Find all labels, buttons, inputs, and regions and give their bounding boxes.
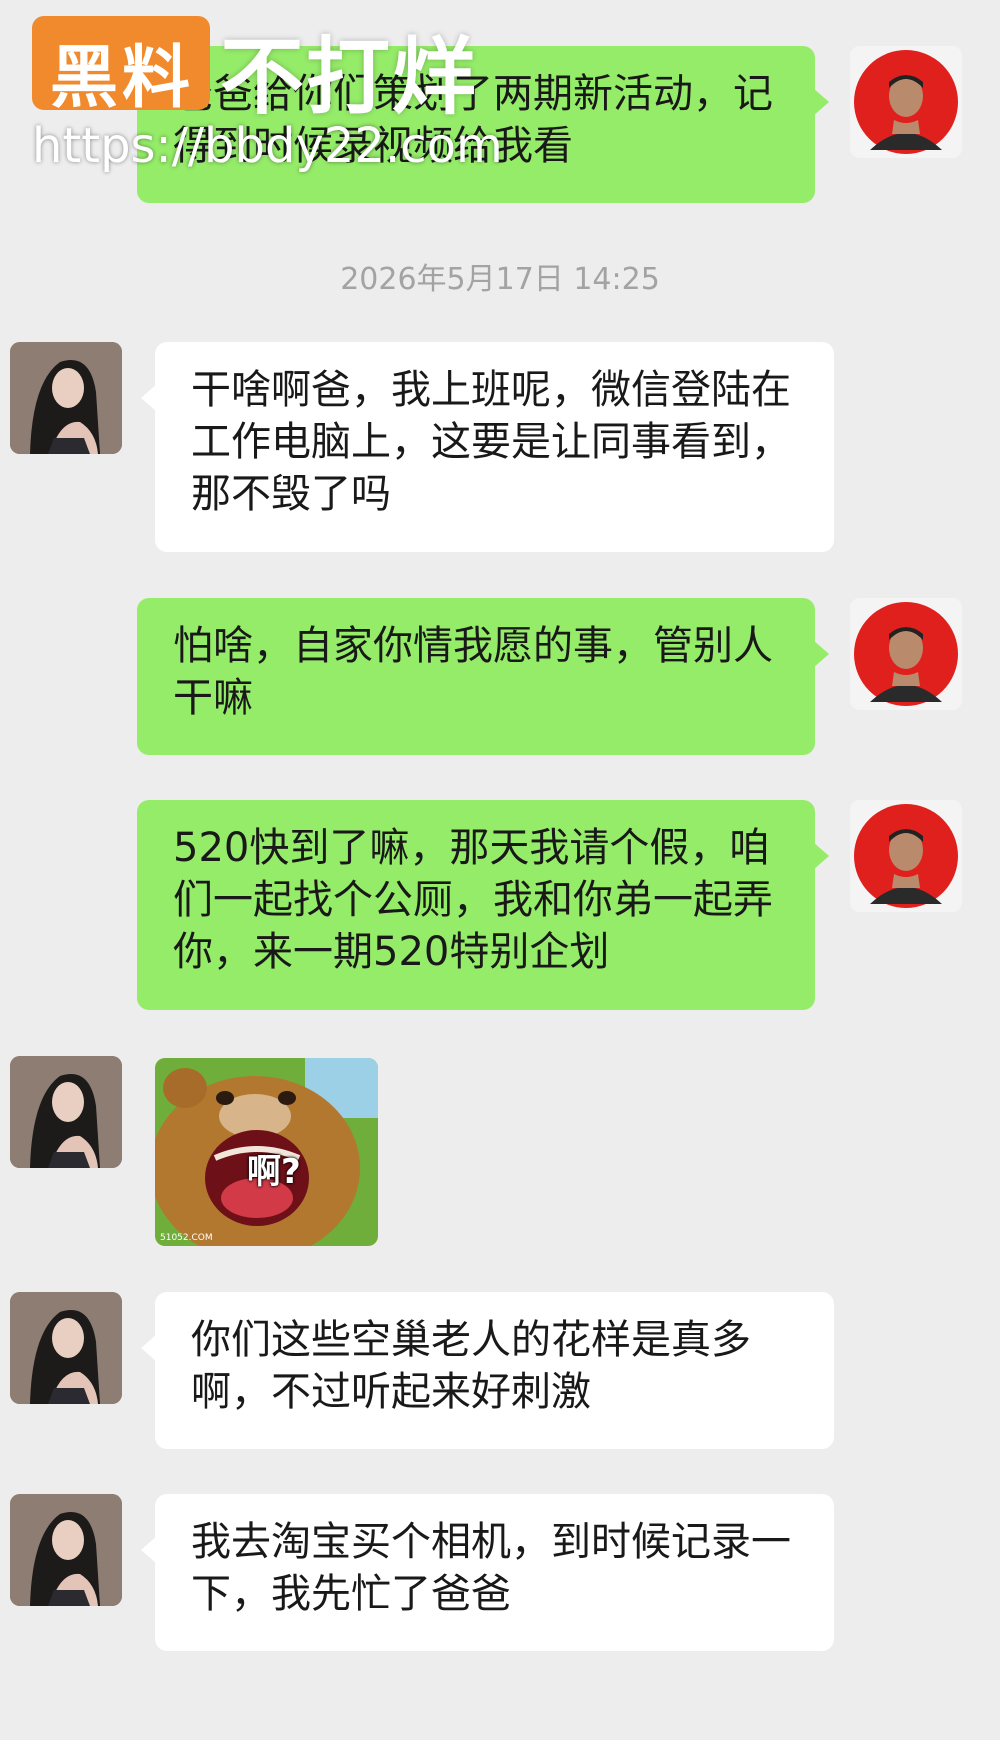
daughter-avatar-icon [10,1292,122,1404]
chat-window: 爸爸给你们策划了两期新活动，记得到时候录视频给我看 2026年5月17日 14:… [0,0,1000,1740]
sticker-message[interactable]: 啊? 51052.COM [155,1058,378,1246]
avatar-dad[interactable] [850,800,962,912]
daughter-avatar-icon [10,342,122,454]
daughter-avatar-icon [10,1056,122,1168]
avatar-daughter[interactable] [10,342,122,454]
avatar-daughter[interactable] [10,1056,122,1168]
avatar-daughter[interactable] [10,1292,122,1404]
sticker-watermark: 51052.COM [160,1233,213,1243]
sticker-caption: 啊? [247,1152,301,1192]
message-bubble-sent[interactable]: 520快到了嘛，那天我请个假，咱们一起找个公厕，我和你弟一起弄你，来一期520特… [137,800,829,1010]
dad-avatar-icon [850,598,962,710]
avatar-dad[interactable] [850,46,962,158]
avatar-daughter[interactable] [10,1494,122,1606]
watermark-url: https://bbdy22.com [32,118,503,174]
message-bubble-received[interactable]: 我去淘宝买个相机，到时候记录一下，我先忙了爸爸 [141,1494,834,1651]
message-bubble-received[interactable]: 你们这些空巢老人的花样是真多啊，不过听起来好刺激 [141,1292,834,1449]
watermark-logo-text: 黑料 [50,39,195,118]
dad-avatar-icon [850,800,962,912]
watermark-title: 不打烊 [220,28,479,126]
daughter-avatar-icon [10,1494,122,1606]
message-bubble-sent[interactable]: 怕啥，自家你情我愿的事，管别人干嘛 [137,598,829,755]
timestamp: 2026年5月17日 14:25 [340,262,660,297]
message-bubble-received[interactable]: 干啥啊爸，我上班呢，微信登陆在工作电脑上，这要是让同事看到，那不毁了吗 [141,342,834,552]
dad-avatar-icon [850,46,962,158]
watermark-logo: 黑料 [32,16,210,118]
avatar-dad[interactable] [850,598,962,710]
